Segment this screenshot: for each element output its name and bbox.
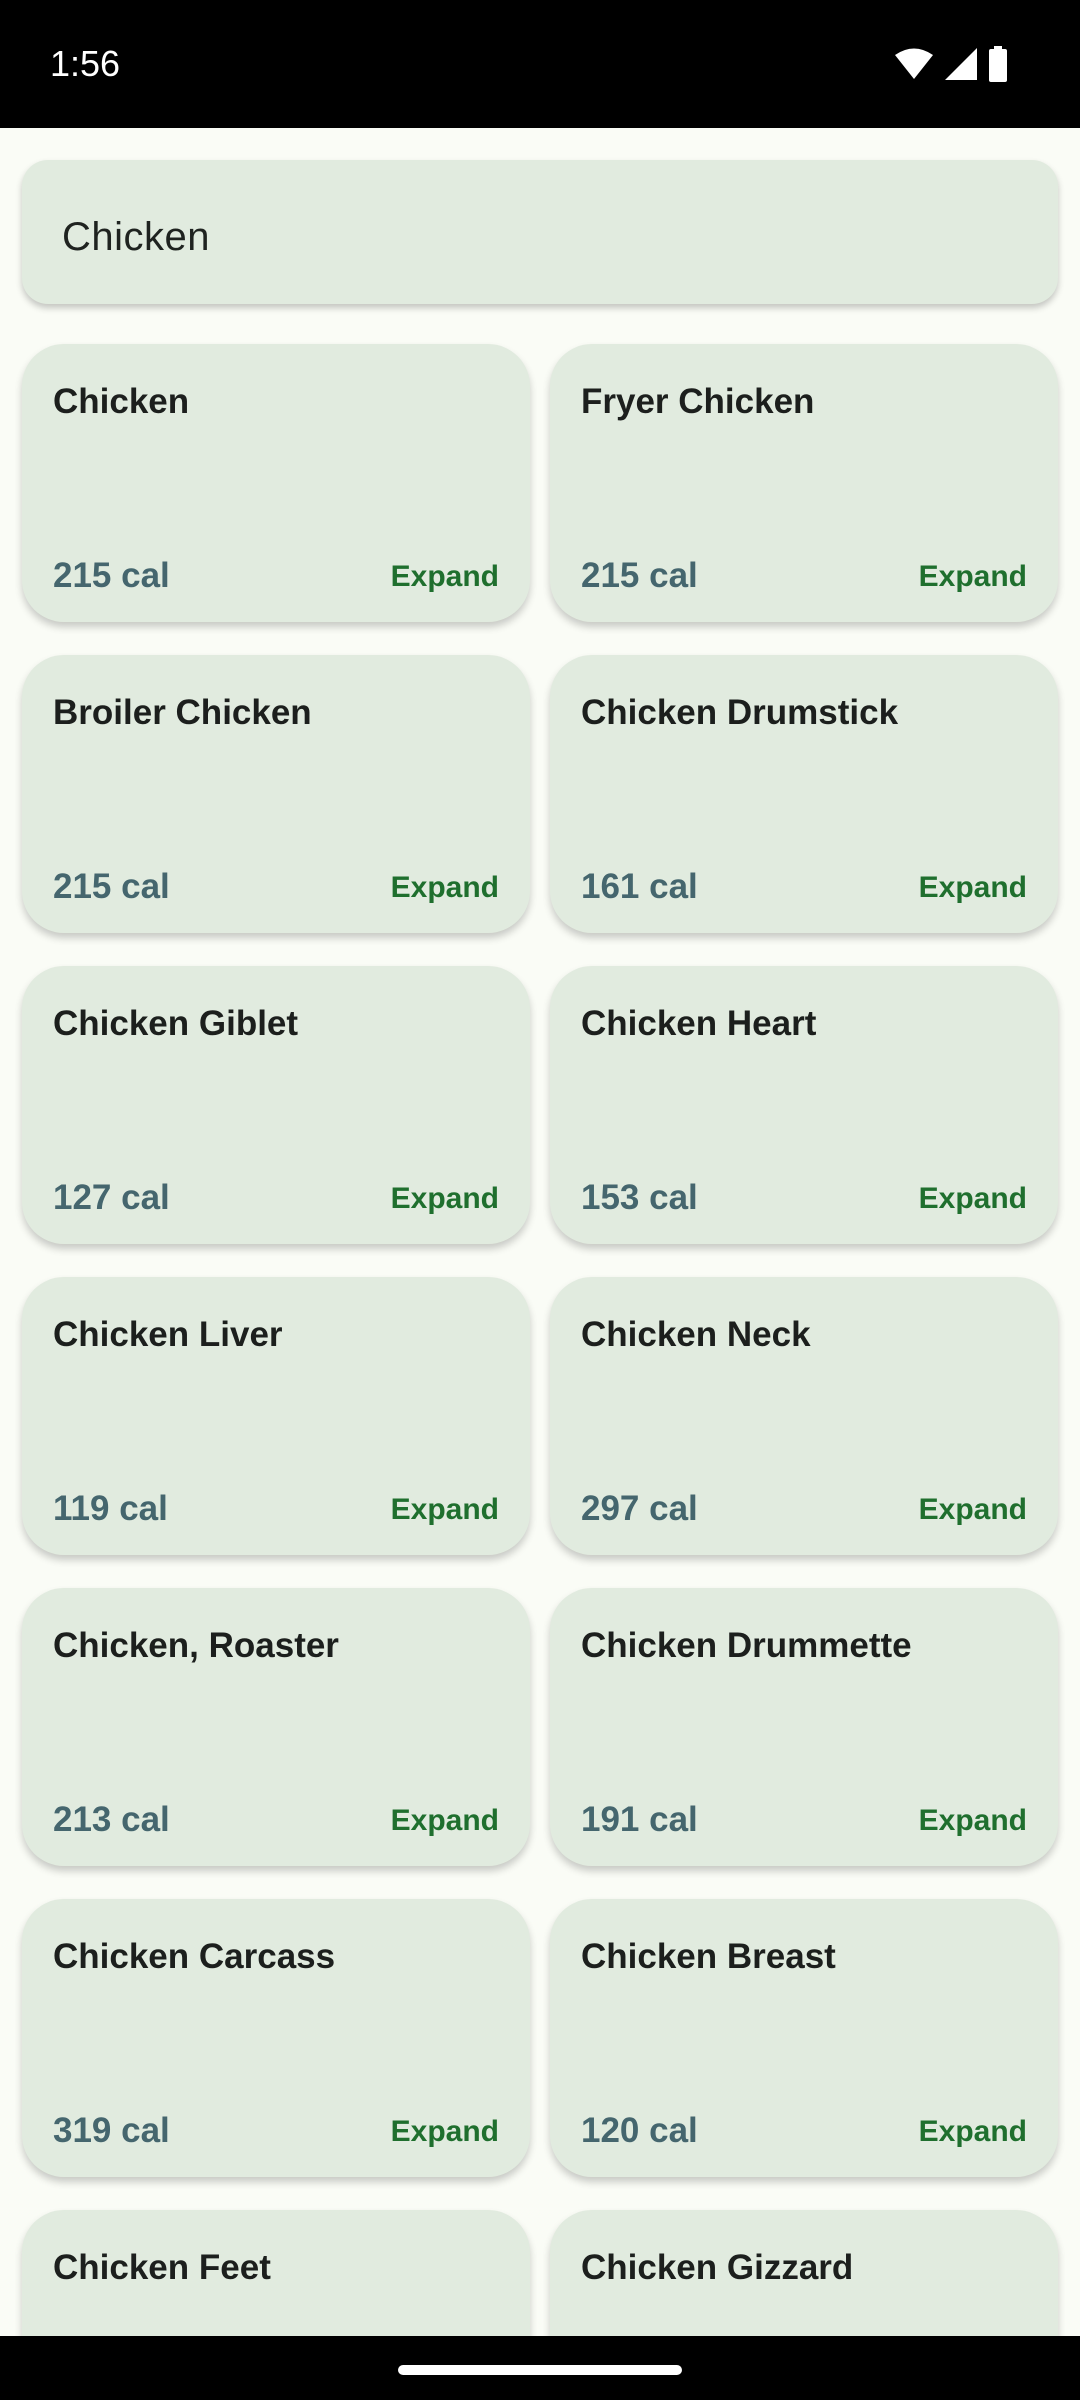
food-name: Chicken Carcass xyxy=(53,1937,336,1976)
food-name: Chicken Drummette xyxy=(581,1626,912,1665)
status-bar: 1:56 xyxy=(0,0,1080,128)
food-calories: 215 cal xyxy=(53,556,170,595)
food-name: Chicken Feet xyxy=(53,2248,271,2287)
expand-button[interactable]: Expand xyxy=(919,1491,1027,1529)
food-card[interactable]: Chicken Giblet 127 cal Expand xyxy=(22,966,530,1244)
food-card[interactable]: Chicken 215 cal Expand xyxy=(22,344,530,622)
food-calories: 153 cal xyxy=(581,1178,698,1217)
food-name: Chicken Neck xyxy=(581,1315,811,1354)
food-name: Chicken Giblet xyxy=(53,1004,299,1043)
expand-button[interactable]: Expand xyxy=(391,558,499,596)
status-icons xyxy=(894,46,1008,82)
food-name: Chicken Gizzard xyxy=(581,2248,854,2287)
food-card[interactable]: Fryer Chicken 215 cal Expand xyxy=(550,344,1058,622)
food-calories: 191 cal xyxy=(581,1800,698,1839)
wifi-icon xyxy=(894,48,934,80)
expand-button[interactable]: Expand xyxy=(391,1491,499,1529)
food-name: Fryer Chicken xyxy=(581,382,815,421)
expand-button[interactable]: Expand xyxy=(391,1180,499,1218)
food-calories: 319 cal xyxy=(53,2111,170,2150)
home-gesture-handle[interactable] xyxy=(398,2365,682,2375)
search-input-value[interactable]: Chicken xyxy=(62,212,210,262)
food-card[interactable]: Chicken, Roaster 213 cal Expand xyxy=(22,1588,530,1866)
app-screen: 1:56 Chicken Chicken 215 cal Expand Frye… xyxy=(0,0,1080,2400)
expand-button[interactable]: Expand xyxy=(919,1180,1027,1218)
food-name: Chicken Breast xyxy=(581,1937,836,1976)
expand-button[interactable]: Expand xyxy=(919,1802,1027,1840)
food-card[interactable]: Broiler Chicken 215 cal Expand xyxy=(22,655,530,933)
food-card[interactable]: Chicken Drumstick 161 cal Expand xyxy=(550,655,1058,933)
food-calories: 161 cal xyxy=(581,867,698,906)
food-calories: 119 cal xyxy=(53,1489,168,1528)
battery-icon xyxy=(988,46,1008,82)
expand-button[interactable]: Expand xyxy=(391,1802,499,1840)
food-name: Chicken xyxy=(53,382,190,421)
food-calories: 127 cal xyxy=(53,1178,170,1217)
status-time: 1:56 xyxy=(50,43,121,84)
food-name: Chicken Heart xyxy=(581,1004,817,1043)
food-name: Chicken Liver xyxy=(53,1315,283,1354)
expand-button[interactable]: Expand xyxy=(391,869,499,907)
food-name: Chicken Drumstick xyxy=(581,693,899,732)
food-card[interactable]: Chicken Breast 120 cal Expand xyxy=(550,1899,1058,2177)
food-calories: 120 cal xyxy=(581,2111,698,2150)
food-calories: 215 cal xyxy=(53,867,170,906)
food-card[interactable]: Chicken Carcass 319 cal Expand xyxy=(22,1899,530,2177)
food-name: Chicken, Roaster xyxy=(53,1626,339,1665)
food-card[interactable]: Chicken Drummette 191 cal Expand xyxy=(550,1588,1058,1866)
expand-button[interactable]: Expand xyxy=(391,2113,499,2151)
food-calories: 215 cal xyxy=(581,556,698,595)
food-card[interactable]: Chicken Neck 297 cal Expand xyxy=(550,1277,1058,1555)
expand-button[interactable]: Expand xyxy=(919,2113,1027,2151)
food-name: Broiler Chicken xyxy=(53,693,312,732)
food-card[interactable]: Chicken Liver 119 cal Expand xyxy=(22,1277,530,1555)
expand-button[interactable]: Expand xyxy=(919,558,1027,596)
food-calories: 297 cal xyxy=(581,1489,698,1528)
expand-button[interactable]: Expand xyxy=(919,869,1027,907)
food-calories: 213 cal xyxy=(53,1800,170,1839)
food-card[interactable]: Chicken Heart 153 cal Expand xyxy=(550,966,1058,1244)
cellular-signal-icon xyxy=(944,47,978,81)
